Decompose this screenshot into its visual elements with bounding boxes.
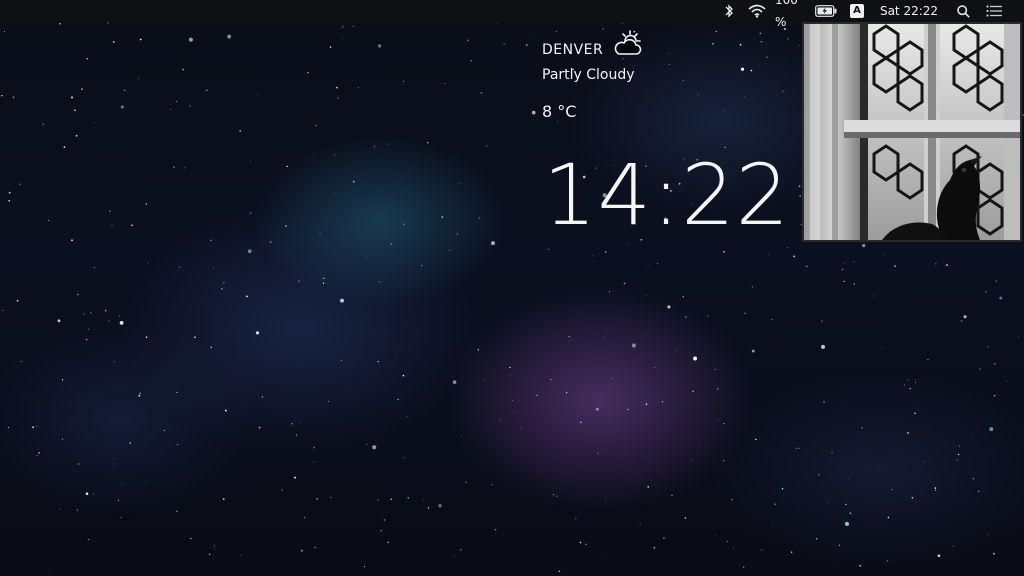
weather-condition: Partly Cloudy (542, 67, 635, 83)
notification-center-icon[interactable] (983, 0, 1005, 22)
weather-temperature: 8 °C (542, 102, 577, 121)
menu-bar: 100 % A Sat 22:22 (0, 0, 1024, 29)
desktop: 100 % A Sat 22:22 DENVER Partly Cloudy 8… (0, 0, 1024, 576)
battery-icon[interactable] (814, 0, 838, 22)
partly-cloudy-icon (612, 30, 644, 62)
input-source-icon[interactable]: A (849, 0, 865, 22)
desktop-clock: 14:22 (543, 146, 791, 244)
weather-city: DENVER (542, 42, 604, 58)
battery-percentage[interactable]: 100 % (775, 0, 813, 29)
crow-by-window-photo (802, 22, 1022, 242)
menubar-clock[interactable]: Sat 22:22 (876, 0, 942, 22)
wifi-icon[interactable] (746, 0, 768, 22)
input-source-label: A (850, 4, 864, 18)
spotlight-search-icon[interactable] (954, 0, 972, 22)
bluetooth-icon[interactable] (720, 0, 738, 22)
